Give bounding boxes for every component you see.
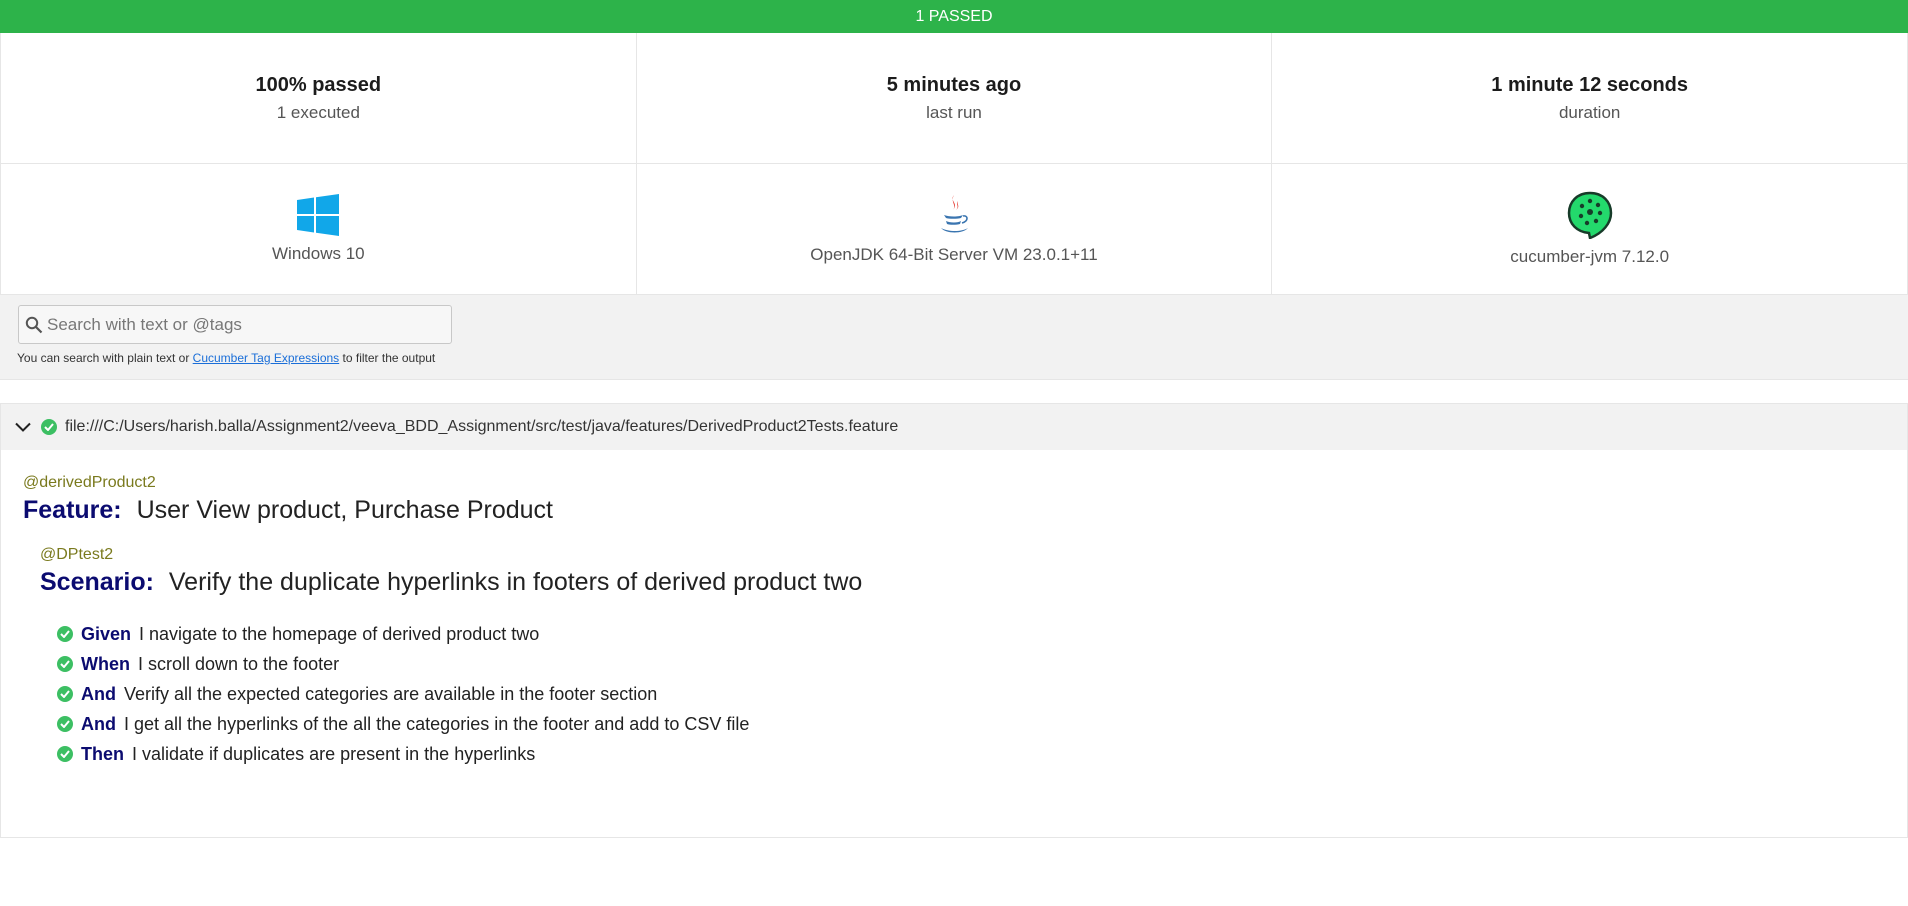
tag-label: @DPtest2	[40, 546, 114, 563]
search-icon	[25, 316, 43, 333]
environment-row: Windows 10 OpenJDK 64-Bit Server VM 23.0…	[0, 164, 1908, 295]
summary-value: 100% passed	[255, 73, 382, 96]
env-runtime: OpenJDK 64-Bit Server VM 23.0.1+11	[636, 164, 1273, 295]
passed-check-icon	[57, 716, 73, 732]
step-keyword: And	[81, 713, 116, 734]
summary-row: 100% passed 1 executed 5 minutes ago las…	[0, 33, 1908, 164]
step-row: Given I navigate to the homepage of deri…	[57, 619, 749, 649]
env-os-label: Windows 10	[272, 244, 365, 263]
feature-path: file:///C:/Users/harish.balla/Assignment…	[65, 418, 899, 435]
summary-last-run: 5 minutes ago last run	[636, 33, 1273, 164]
step-keyword: Then	[81, 743, 124, 764]
step-row: Then I validate if duplicates are presen…	[57, 739, 749, 769]
feature-keyword: Feature:	[23, 496, 122, 524]
summary-caption: last run	[926, 102, 982, 122]
scenario-title: Scenario: Verify the duplicate hyperlink…	[40, 568, 862, 597]
cucumber-tag-expressions-link[interactable]: Cucumber Tag Expressions	[193, 351, 340, 365]
cucumber-logo-icon	[1567, 191, 1612, 239]
feature-header[interactable]: file:///C:/Users/harish.balla/Assignment…	[1, 404, 1907, 450]
search-input[interactable]	[45, 313, 439, 336]
step-row: And I get all the hyperlinks of the all …	[57, 709, 749, 739]
summary-value: 5 minutes ago	[886, 73, 1022, 96]
scenario-tag: @DPtest2	[40, 546, 113, 564]
feature-name: User View product, Purchase Product	[136, 496, 553, 524]
status-banner: 1 PASSED	[0, 0, 1908, 33]
step-text: I validate if duplicates are present in …	[132, 743, 536, 764]
search-hint: You can search with plain text or Cucumb…	[17, 351, 435, 365]
step-keyword: And	[81, 683, 116, 704]
step-list: Given I navigate to the homepage of deri…	[57, 619, 749, 769]
passed-check-icon	[57, 686, 73, 702]
search-hint-prefix: You can search with plain text or	[17, 351, 193, 365]
env-runtime-label: OpenJDK 64-Bit Server VM 23.0.1+11	[810, 245, 1098, 264]
feature-panel: file:///C:/Users/harish.balla/Assignment…	[0, 403, 1908, 838]
step-keyword: Given	[81, 623, 132, 644]
step-row: When I scroll down to the footer	[57, 649, 749, 679]
passed-check-icon	[57, 626, 73, 642]
env-os: Windows 10	[1, 164, 637, 295]
feature-tag: @derivedProduct2	[23, 474, 156, 492]
summary-duration: 1 minute 12 seconds duration	[1272, 33, 1908, 164]
tag-label: @derivedProduct2	[23, 474, 156, 491]
scenario-keyword: Scenario:	[40, 568, 154, 596]
step-text: I scroll down to the footer	[138, 653, 340, 674]
step-text: Verify all the expected categories are a…	[124, 683, 658, 704]
step-text: I navigate to the homepage of derived pr…	[139, 623, 540, 644]
search-panel: You can search with plain text or Cucumb…	[0, 295, 1908, 380]
status-banner-text: 1 PASSED	[915, 7, 993, 25]
feature-title: Feature: User View product, Purchase Pro…	[23, 496, 553, 525]
summary-caption: 1 executed	[276, 102, 360, 122]
scenario-name: Verify the duplicate hyperlinks in foote…	[168, 568, 863, 596]
step-row: And Verify all the expected categories a…	[57, 679, 749, 709]
search-hint-suffix: to filter the output	[339, 351, 436, 365]
step-keyword: When	[81, 653, 130, 674]
search-box[interactable]	[18, 305, 452, 344]
chevron-down-icon[interactable]	[15, 422, 37, 432]
summary-caption: duration	[1558, 102, 1621, 122]
env-framework: cucumber-jvm 7.12.0	[1272, 164, 1908, 295]
windows-logo-icon	[297, 194, 340, 236]
env-framework-label: cucumber-jvm 7.12.0	[1510, 247, 1670, 266]
summary-passed: 100% passed 1 executed	[1, 33, 637, 164]
passed-check-icon	[57, 746, 73, 762]
summary-value: 1 minute 12 seconds	[1491, 73, 1689, 96]
step-text: I get all the hyperlinks of the all the …	[124, 713, 750, 734]
java-logo-icon	[940, 195, 968, 233]
passed-check-icon	[57, 656, 73, 672]
passed-check-icon	[41, 419, 57, 435]
